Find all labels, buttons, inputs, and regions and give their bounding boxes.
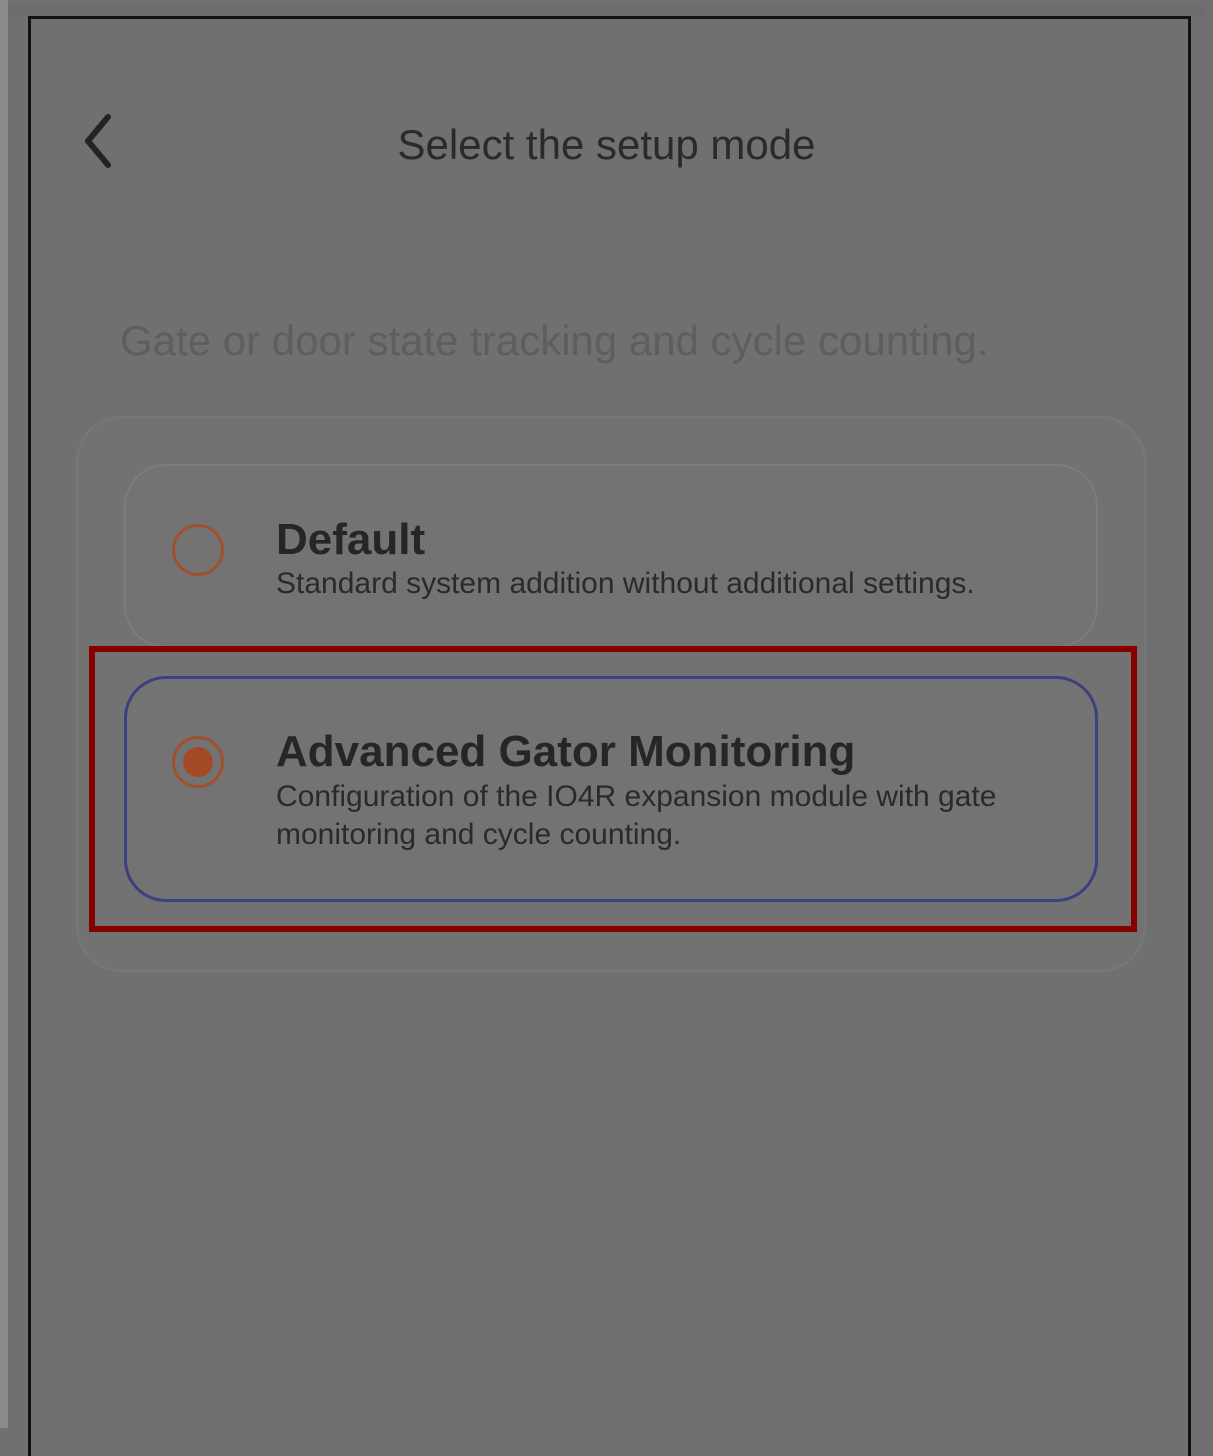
radio-advanced-gator-monitoring[interactable] <box>172 736 224 788</box>
top-strip <box>8 6 1205 16</box>
radio-default[interactable] <box>172 524 224 576</box>
screen: Select the setup mode Gate or door state… <box>0 0 1213 1456</box>
option-advanced-description: Configuration of the IO4R expansion modu… <box>276 780 997 851</box>
option-default-description: Standard system addition without additio… <box>276 567 975 600</box>
option-default-title: Default <box>276 515 426 564</box>
page-subtitle: Gate or door state tracking and cycle co… <box>120 317 989 364</box>
option-advanced-title: Advanced Gator Monitoring <box>276 727 856 776</box>
left-edge <box>0 0 8 1428</box>
page-title: Select the setup mode <box>397 121 816 168</box>
radio-selected-dot <box>183 747 213 777</box>
option-default[interactable]: Default Standard system addition without… <box>124 464 1098 648</box>
option-advanced-gator-monitoring[interactable]: Advanced Gator Monitoring Configuration … <box>124 676 1098 902</box>
